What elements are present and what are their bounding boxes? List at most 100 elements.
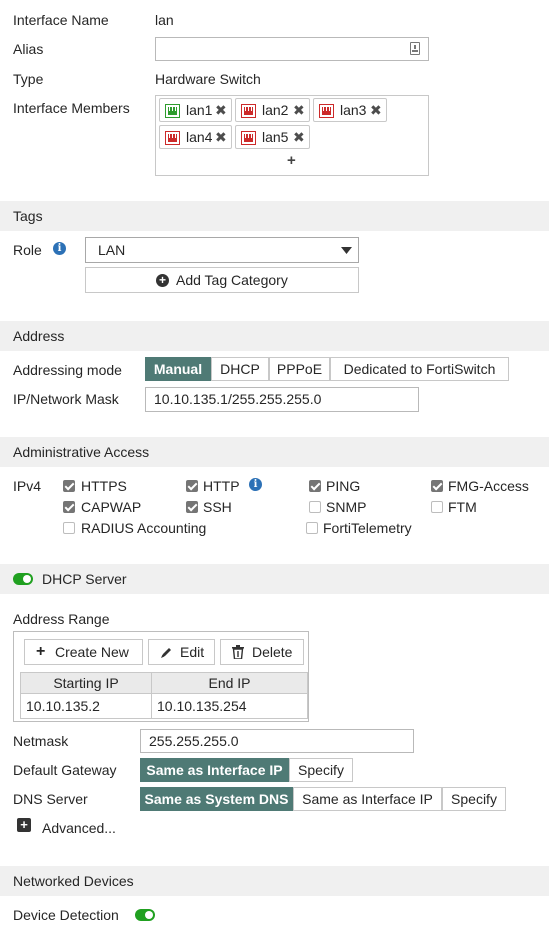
edit-button[interactable]: Edit: [148, 639, 215, 665]
snmp-checkbox[interactable]: [309, 501, 321, 513]
ssh-checkbox[interactable]: [186, 501, 198, 513]
text-input-icon: [410, 42, 420, 55]
address-range-label: Address Range: [13, 611, 110, 627]
fmg-access-label: FMG-Access: [448, 478, 529, 494]
radius-accounting-checkbox[interactable]: [63, 522, 75, 534]
plus-circle-icon: +: [156, 274, 169, 287]
https-label: HTTPS: [81, 478, 127, 494]
member-label: lan4: [186, 129, 213, 145]
role-select[interactable]: LAN: [85, 237, 359, 263]
column-header-end-ip[interactable]: End IP: [151, 672, 308, 694]
dhcp-server-section-header: DHCP Server: [0, 564, 549, 594]
mode-dhcp-button[interactable]: DHCP: [211, 357, 269, 381]
netmask-input[interactable]: 255.255.255.0: [140, 729, 414, 753]
remove-member-icon[interactable]: ✖: [293, 128, 305, 146]
ping-label: PING: [326, 478, 361, 494]
remove-member-icon[interactable]: ✖: [215, 128, 227, 146]
pencil-icon: [161, 648, 171, 658]
interface-members-label: Interface Members: [13, 100, 130, 116]
port-down-icon: [165, 131, 180, 145]
member-chip-lan1[interactable]: lan1 ✖: [159, 98, 232, 122]
ipv4-label: IPv4: [13, 478, 42, 494]
fortitelemetry-checkbox[interactable]: [306, 522, 318, 534]
table-cell[interactable]: 10.10.135.254: [151, 693, 308, 719]
snmp-label: SNMP: [326, 499, 367, 515]
fortitelemetry-label: FortiTelemetry: [323, 520, 412, 536]
dhcp-server-toggle[interactable]: [13, 573, 33, 585]
ftm-checkbox[interactable]: [431, 501, 443, 513]
port-down-icon: [241, 104, 256, 118]
info-icon[interactable]: i: [249, 478, 262, 491]
interface-name-label: Interface Name: [13, 12, 109, 28]
remove-member-icon[interactable]: ✖: [293, 101, 305, 119]
role-select-value: LAN: [98, 242, 126, 258]
section-title: Tags: [13, 208, 43, 224]
alias-input[interactable]: [155, 37, 429, 61]
addressing-mode-label: Addressing mode: [13, 362, 122, 378]
remove-member-icon[interactable]: ✖: [370, 101, 382, 119]
ftm-label: FTM: [448, 499, 477, 515]
port-down-icon: [241, 131, 256, 145]
mode-fortiswitch-button[interactable]: Dedicated to FortiSwitch: [330, 357, 509, 381]
ping-checkbox[interactable]: [309, 480, 321, 492]
create-new-button[interactable]: + Create New: [24, 639, 143, 665]
ssh-label: SSH: [203, 499, 232, 515]
table-cell[interactable]: 10.10.135.2: [20, 693, 152, 719]
default-gateway-label: Default Gateway: [13, 762, 117, 778]
capwap-checkbox[interactable]: [63, 501, 75, 513]
port-up-icon: [165, 104, 180, 118]
role-label: Role: [13, 242, 42, 258]
tags-section-header: Tags: [0, 201, 549, 231]
member-chip-lan3[interactable]: lan3 ✖: [313, 98, 387, 122]
device-detection-label: Device Detection: [13, 907, 119, 923]
gateway-specify-button[interactable]: Specify: [289, 758, 353, 782]
member-label: lan5: [262, 129, 289, 145]
mode-manual-button[interactable]: Manual: [145, 357, 211, 381]
dns-same-as-system-button[interactable]: Same as System DNS: [140, 787, 293, 811]
add-tag-category-button[interactable]: + Add Tag Category: [85, 267, 359, 293]
device-detection-toggle[interactable]: [135, 909, 155, 921]
member-label: lan2: [262, 102, 289, 118]
https-checkbox[interactable]: [63, 480, 75, 492]
delete-button[interactable]: Delete: [220, 639, 304, 665]
column-header-starting-ip[interactable]: Starting IP: [20, 672, 152, 694]
dns-server-label: DNS Server: [13, 791, 88, 807]
create-new-label: Create New: [55, 644, 129, 660]
section-title: Administrative Access: [13, 444, 150, 460]
member-label: lan1: [186, 102, 213, 118]
chevron-down-icon: [341, 247, 352, 254]
http-checkbox[interactable]: [186, 480, 198, 492]
ip-netmask-input[interactable]: 10.10.135.1/255.255.255.0: [145, 387, 419, 412]
ip-netmask-label: IP/Network Mask: [13, 391, 119, 407]
info-icon[interactable]: i: [53, 242, 66, 255]
alias-label: Alias: [13, 41, 44, 57]
dns-specify-button[interactable]: Specify: [442, 787, 506, 811]
dns-same-as-interface-button[interactable]: Same as Interface IP: [293, 787, 442, 811]
interface-name-value: lan: [155, 12, 174, 28]
member-chip-lan2[interactable]: lan2 ✖: [235, 98, 310, 122]
type-label: Type: [13, 71, 44, 87]
networked-devices-section-header: Networked Devices: [0, 866, 549, 896]
member-chip-lan4[interactable]: lan4 ✖: [159, 125, 232, 149]
add-tag-category-label: Add Tag Category: [176, 272, 288, 288]
netmask-label: Netmask: [13, 733, 69, 749]
section-title: DHCP Server: [42, 571, 127, 587]
section-title: Address: [13, 328, 65, 344]
member-label: lan3: [340, 102, 367, 118]
member-chip-lan5[interactable]: lan5 ✖: [235, 125, 310, 149]
fmg-access-checkbox[interactable]: [431, 480, 443, 492]
plus-icon: +: [36, 643, 46, 660]
advanced-link[interactable]: Advanced...: [42, 819, 116, 837]
add-member-icon[interactable]: +: [287, 152, 296, 170]
address-section-header: Address: [0, 321, 549, 351]
remove-member-icon[interactable]: ✖: [215, 101, 227, 119]
gateway-same-as-interface-button[interactable]: Same as Interface IP: [140, 758, 289, 782]
radius-accounting-label: RADIUS Accounting: [81, 520, 207, 536]
expand-plus-icon[interactable]: +: [17, 818, 31, 832]
admin-access-section-header: Administrative Access: [0, 437, 549, 467]
port-down-icon: [319, 104, 334, 118]
mode-pppoe-button[interactable]: PPPoE: [269, 357, 330, 381]
trash-icon: [232, 645, 244, 659]
http-label: HTTP: [203, 478, 240, 494]
delete-label: Delete: [252, 644, 293, 660]
